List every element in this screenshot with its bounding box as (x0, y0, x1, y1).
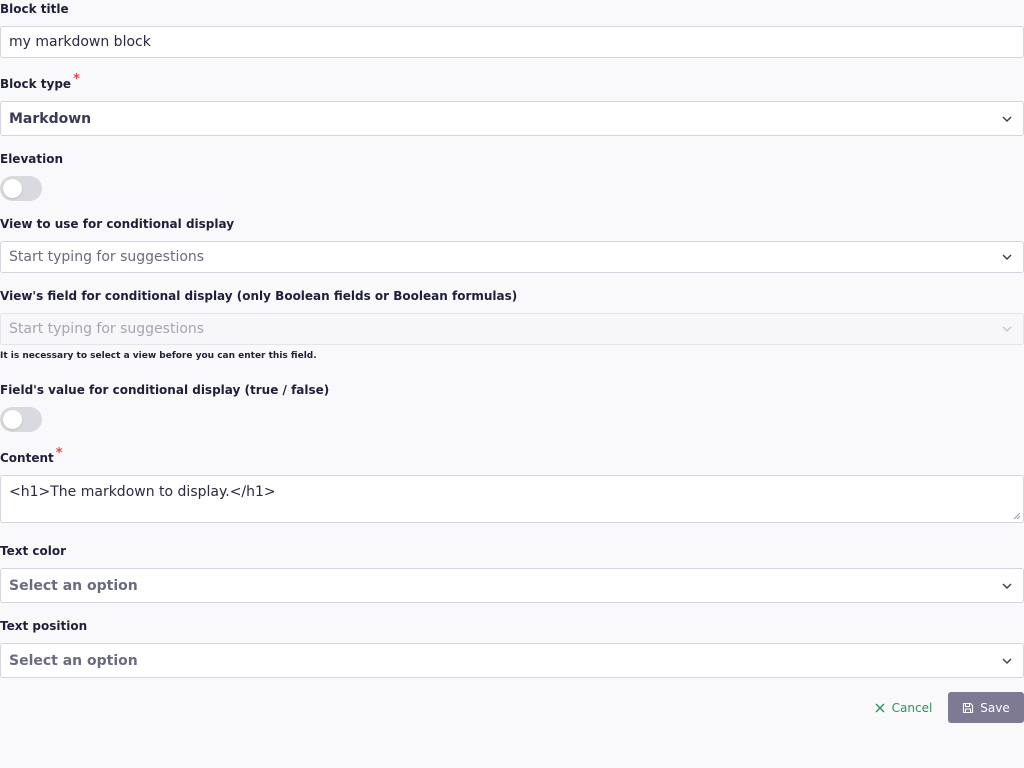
view-field-placeholder: Start typing for suggestions (9, 321, 205, 337)
chevron-down-icon (999, 111, 1015, 127)
view-field-input[interactable]: Start typing for suggestions (0, 313, 1024, 345)
view-conditional-input[interactable]: Start typing for suggestions (0, 241, 1024, 273)
block-title-value: my markdown block (9, 34, 151, 50)
floppy-disk-icon (963, 702, 974, 713)
block-type-value: Markdown (9, 110, 92, 127)
cancel-label: Cancel (891, 700, 933, 715)
text-color-placeholder: Select an option (9, 577, 138, 594)
resize-handle-icon[interactable] (1013, 512, 1021, 520)
chevron-down-icon (999, 653, 1015, 669)
content-value: <h1>The markdown to display.</h1> (9, 484, 276, 500)
save-button[interactable]: Save (948, 692, 1024, 723)
view-field-help-text: It is necessary to select a view before … (0, 351, 317, 361)
field-value-label: Field's value for conditional display (t… (0, 383, 330, 397)
toggle-knob (3, 410, 22, 429)
view-field-label: View's field for conditional display (on… (0, 289, 518, 303)
block-type-select[interactable]: Markdown (0, 101, 1024, 136)
block-title-input[interactable]: my markdown block (0, 26, 1024, 58)
text-position-placeholder: Select an option (9, 652, 138, 669)
content-label: Content * (0, 446, 63, 465)
text-position-label: Text position (0, 619, 88, 633)
text-color-select[interactable]: Select an option (0, 568, 1024, 603)
view-conditional-placeholder: Start typing for suggestions (9, 249, 205, 265)
cancel-button[interactable]: Cancel (866, 692, 940, 723)
toggle-knob (3, 179, 22, 198)
chevron-down-icon (999, 578, 1015, 594)
text-color-label: Text color (0, 544, 67, 558)
text-position-select[interactable]: Select an option (0, 643, 1024, 678)
block-title-label: Block title (0, 2, 69, 16)
content-textarea[interactable]: <h1>The markdown to display.</h1> (0, 475, 1024, 523)
required-asterisk: * (55, 446, 63, 461)
view-conditional-label: View to use for conditional display (0, 217, 235, 231)
field-value-toggle[interactable] (0, 407, 42, 432)
save-label: Save (980, 700, 1010, 715)
chevron-down-icon (999, 321, 1015, 337)
required-asterisk: * (73, 72, 80, 87)
elevation-toggle[interactable] (0, 176, 42, 201)
elevation-label: Elevation (0, 152, 64, 166)
block-settings-form: Block title my markdown block Block type… (0, 0, 1024, 768)
block-type-label: Block type * (0, 72, 80, 91)
close-icon (875, 703, 885, 712)
chevron-down-icon (999, 249, 1015, 265)
